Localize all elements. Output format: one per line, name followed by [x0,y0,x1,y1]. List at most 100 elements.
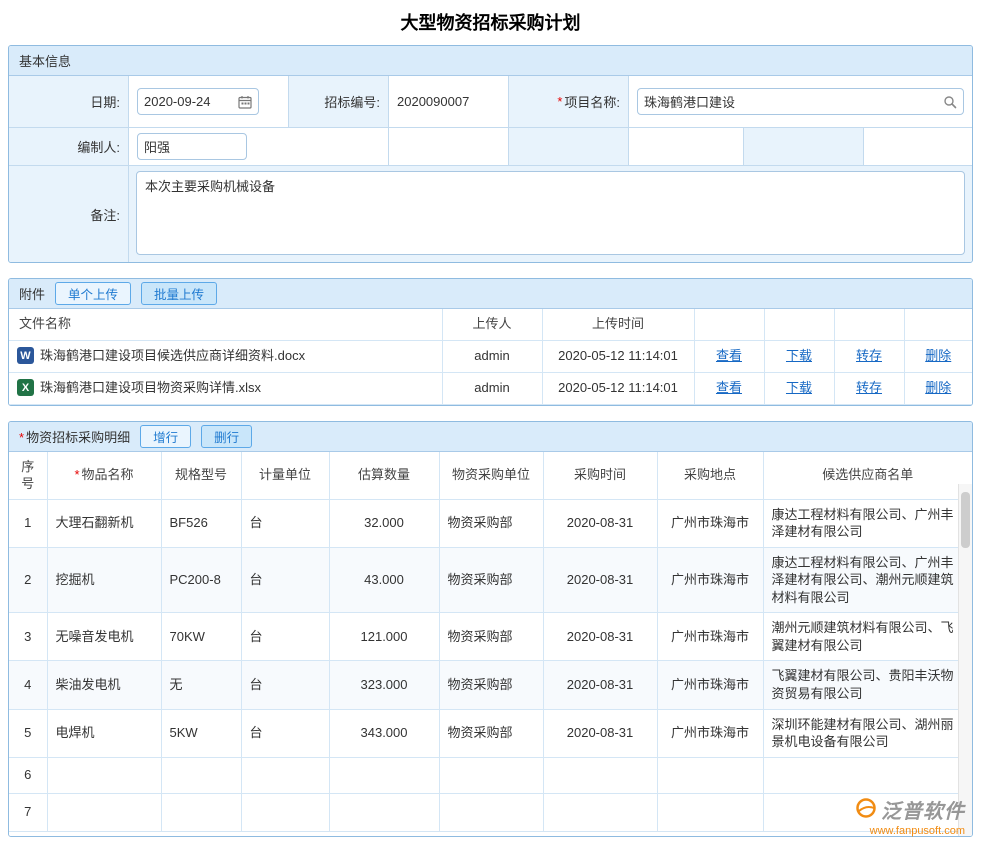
attachment-row: X 珠海鹤港口建设项目物资采购详情.xlsx admin 2020-05-12 … [9,372,972,404]
cell-item-name[interactable]: 无噪音发电机 [47,613,161,661]
transfer-link[interactable]: 转存 [856,380,882,395]
cell-suppliers[interactable]: 飞翼建材有限公司、贵阳丰沃物资贸易有限公司 [763,661,972,709]
bid-number-value: 2020090007 [389,76,509,127]
cell-suppliers[interactable]: 康达工程材料有限公司、广州丰泽建材有限公司、潮州元顺建筑材料有限公司 [763,547,972,613]
cell-unit[interactable] [241,793,329,831]
cell-dept[interactable]: 物资采购部 [439,661,543,709]
cell-qty[interactable]: 121.000 [329,613,439,661]
project-name-label: 项目名称: [564,92,620,111]
cell-time[interactable] [543,757,657,793]
attachments-header: 附件 单个上传 批量上传 [9,279,972,309]
view-link[interactable]: 查看 [716,380,742,395]
cell-suppliers[interactable]: 康达工程材料有限公司、广州丰泽建材有限公司 [763,499,972,547]
view-link[interactable]: 查看 [716,348,742,363]
delete-link[interactable]: 删除 [925,348,951,363]
cell-place[interactable]: 广州市珠海市 [657,661,763,709]
delete-row-button[interactable]: 删行 [201,425,252,448]
cell-no: 5 [9,709,47,757]
cell-unit[interactable]: 台 [241,499,329,547]
cell-item-name[interactable]: 电焊机 [47,709,161,757]
scrollbar[interactable] [958,484,972,836]
cell-qty[interactable]: 343.000 [329,709,439,757]
cell-suppliers[interactable] [763,757,972,793]
col-time: 采购时间 [543,452,657,500]
cell-qty[interactable]: 43.000 [329,547,439,613]
add-row-button[interactable]: 增行 [140,425,191,448]
download-link[interactable]: 下载 [786,380,812,395]
cell-place[interactable]: 广州市珠海市 [657,709,763,757]
cell-spec[interactable]: 70KW [161,613,241,661]
col-no: 序号 [9,452,47,500]
cell-suppliers[interactable]: 潮州元顺建筑材料有限公司、飞翼建材有限公司 [763,613,972,661]
transfer-link[interactable]: 转存 [856,348,882,363]
cell-unit[interactable] [241,757,329,793]
cell-time[interactable]: 2020-08-31 [543,613,657,661]
attachments-header-row: 文件名称 上传人 上传时间 [9,309,972,340]
cell-time[interactable] [543,793,657,831]
cell-spec[interactable]: PC200-8 [161,547,241,613]
cell-time[interactable]: 2020-08-31 [543,499,657,547]
cell-spec[interactable] [161,793,241,831]
col-action [694,309,764,340]
remark-textarea[interactable]: 本次主要采购机械设备 [136,171,965,255]
compiler-input[interactable] [144,139,240,154]
cell-dept[interactable]: 物资采购部 [439,499,543,547]
date-label: 日期: [9,76,129,127]
cell-dept[interactable] [439,757,543,793]
empty-cell [629,128,744,165]
cell-item-name[interactable]: 大理石翻新机 [47,499,161,547]
cell-spec[interactable] [161,757,241,793]
cell-place[interactable]: 广州市珠海市 [657,499,763,547]
empty-cell [509,128,629,165]
cell-qty[interactable]: 323.000 [329,661,439,709]
cell-item-name[interactable]: 挖掘机 [47,547,161,613]
cell-no: 7 [9,793,47,831]
cell-place[interactable]: 广州市珠海市 [657,547,763,613]
cell-place[interactable] [657,793,763,831]
cell-place[interactable]: 广州市珠海市 [657,613,763,661]
cell-item-name[interactable] [47,793,161,831]
calendar-icon[interactable] [238,95,252,109]
cell-suppliers[interactable]: 深圳环能建材有限公司、湖州丽景机电设备有限公司 [763,709,972,757]
single-upload-button[interactable]: 单个上传 [55,282,131,305]
cell-dept[interactable] [439,793,543,831]
cell-unit[interactable]: 台 [241,613,329,661]
cell-item-name[interactable]: 柴油发电机 [47,661,161,709]
cell-unit[interactable]: 台 [241,709,329,757]
cell-qty[interactable]: 32.000 [329,499,439,547]
attachment-row: W 珠海鹤港口建设项目候选供应商详细资料.docx admin 2020-05-… [9,340,972,372]
download-link[interactable]: 下载 [786,348,812,363]
cell-place[interactable] [657,757,763,793]
cell-dept[interactable]: 物资采购部 [439,547,543,613]
cell-no: 6 [9,757,47,793]
cell-spec[interactable]: 无 [161,661,241,709]
compiler-label: 编制人: [9,128,129,165]
cell-suppliers[interactable] [763,793,972,831]
page: 大型物资招标采购计划 基本信息 日期: 招标编号: 2020090007 * 项… [0,0,981,837]
cell-spec[interactable]: BF526 [161,499,241,547]
attachments-title: 附件 [19,284,45,303]
col-dept: 物资采购单位 [439,452,543,500]
project-name-input[interactable] [644,94,939,109]
cell-no: 2 [9,547,47,613]
cell-item-name[interactable] [47,757,161,793]
delete-link[interactable]: 删除 [925,380,951,395]
cell-spec[interactable]: 5KW [161,709,241,757]
section-detail: *物资招标采购明细 增行 删行 序号 *物品名称 规格型号 计量单位 估算数量 … [8,421,973,837]
search-icon[interactable] [943,95,957,109]
cell-qty[interactable] [329,757,439,793]
cell-no: 3 [9,613,47,661]
col-action [834,309,904,340]
detail-title-wrap: *物资招标采购明细 [19,427,130,446]
cell-dept[interactable]: 物资采购部 [439,709,543,757]
scrollbar-thumb[interactable] [961,492,970,548]
cell-time[interactable]: 2020-08-31 [543,661,657,709]
batch-upload-button[interactable]: 批量上传 [141,282,217,305]
cell-time[interactable]: 2020-08-31 [543,547,657,613]
cell-unit[interactable]: 台 [241,661,329,709]
cell-time[interactable]: 2020-08-31 [543,709,657,757]
date-input[interactable] [144,94,234,109]
cell-dept[interactable]: 物资采购部 [439,613,543,661]
cell-unit[interactable]: 台 [241,547,329,613]
cell-qty[interactable] [329,793,439,831]
